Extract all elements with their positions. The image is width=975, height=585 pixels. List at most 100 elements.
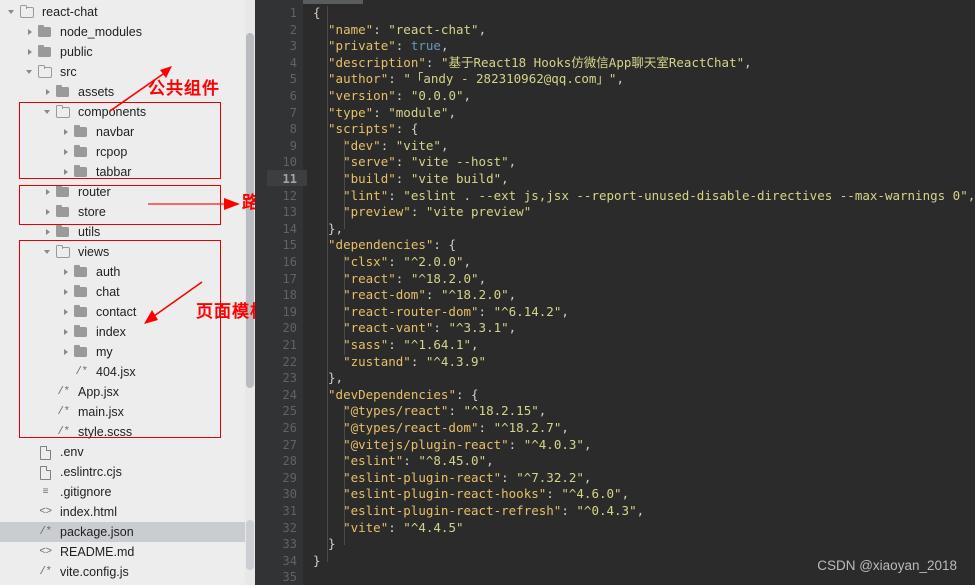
code-token: : <box>395 38 411 54</box>
chevron-right-icon[interactable] <box>62 268 71 277</box>
chevron-right-icon[interactable] <box>44 188 53 197</box>
tree-row-auth[interactable]: auth <box>0 262 245 282</box>
tree-scrollbar-thumb-secondary[interactable] <box>246 520 254 570</box>
tree-row-router[interactable]: router <box>0 182 245 202</box>
code-line[interactable]: } <box>313 553 321 570</box>
code-line[interactable]: "build": "vite build", <box>313 171 509 188</box>
tree-row-404-jsx[interactable]: /* 404.jsx <box>0 362 245 382</box>
tree-row-rcpop[interactable]: rcpop <box>0 142 245 162</box>
js-file-icon: /* <box>57 406 70 418</box>
tree-row-public[interactable]: public <box>0 42 245 62</box>
code-token: "react-chat" <box>388 21 479 37</box>
chevron-right-icon[interactable] <box>44 88 53 97</box>
code-line[interactable]: "zustand": "^4.3.9" <box>313 354 486 371</box>
code-token: , <box>486 453 494 469</box>
code-line[interactable]: "eslint-plugin-react": "^7.32.2", <box>313 470 591 487</box>
code-line[interactable]: "@types/react-dom": "^18.2.7", <box>313 420 569 437</box>
code-line[interactable]: "lint": "eslint . --ext js,jsx --report-… <box>313 188 975 205</box>
tree-row-react-chat[interactable]: react-chat <box>0 2 245 22</box>
code-line[interactable]: "react": "^18.2.0", <box>313 271 486 288</box>
code-line[interactable]: "eslint": "^8.45.0", <box>313 453 494 470</box>
line-number: 16 <box>282 255 297 269</box>
chevron-down-icon[interactable] <box>44 248 53 257</box>
tree-row-components[interactable]: components <box>0 102 245 122</box>
tree-row-index-html[interactable]: <> index.html <box>0 502 245 522</box>
code-line[interactable]: }, <box>313 221 343 238</box>
code-token: "^4.4.5" <box>403 519 464 535</box>
code-token: : <box>395 121 411 137</box>
code-token: , <box>440 38 449 54</box>
code-line[interactable]: "@types/react": "^18.2.15", <box>313 403 546 420</box>
code-line[interactable]: "vite": "^4.4.5" <box>313 519 464 537</box>
code-line[interactable]: "author": "「andy - 282310962@qq.com」", <box>313 71 624 88</box>
code-line[interactable]: "type": "module", <box>313 105 456 122</box>
chevron-down-icon[interactable] <box>26 68 35 77</box>
tree-row-views[interactable]: views <box>0 242 245 262</box>
code-token: "^0.4.3" <box>576 503 637 518</box>
line-number: 8 <box>289 122 297 137</box>
code-token: , <box>440 137 449 153</box>
tree-row-main-jsx[interactable]: /* main.jsx <box>0 402 245 422</box>
code-line[interactable]: "preview": "vite preview" <box>313 204 531 221</box>
code-token: "react-router-dom" <box>343 303 479 319</box>
tree-row-label: node_modules <box>60 25 143 39</box>
chevron-right-icon[interactable] <box>26 28 35 37</box>
code-line[interactable]: "eslint-plugin-react-hooks": "^4.6.0", <box>313 486 629 503</box>
code-line[interactable]: "react-dom": "^18.2.0", <box>313 287 516 304</box>
chevron-right-icon[interactable] <box>44 208 53 217</box>
tree-row-index[interactable]: index <box>0 322 245 342</box>
tree-row-vite-config-js[interactable]: /* vite.config.js <box>0 562 245 582</box>
code-line[interactable]: "scripts": { <box>313 121 418 138</box>
code-line[interactable]: }, <box>313 370 343 387</box>
code-editor[interactable]: 1 2 3 4 5 6 7 8 9 10 11 12 13 14 15 16 17 18 19 20 21 22 23 24 2… <box>255 0 975 585</box>
tree-row--eslintrc-cjs[interactable]: .eslintrc.cjs <box>0 462 245 482</box>
code-line[interactable]: "description": "基于React18 Hooks仿微信App聊天室… <box>313 55 752 72</box>
code-line[interactable]: "serve": "vite --host", <box>313 154 516 171</box>
code-line[interactable]: { <box>313 5 321 22</box>
code-line[interactable]: "private": true, <box>313 38 448 55</box>
no-chevron-spacer <box>26 568 35 577</box>
chevron-right-icon[interactable] <box>62 348 71 357</box>
tree-row-label: chat <box>96 285 120 299</box>
tree-row-node-modules[interactable]: node_modules <box>0 22 245 42</box>
code-line[interactable]: "devDependencies": { <box>313 387 479 404</box>
tree-row-my[interactable]: my <box>0 342 245 362</box>
tree-row--env[interactable]: .env <box>0 442 245 462</box>
code-line[interactable]: "eslint-plugin-react-refresh": "^0.4.3", <box>313 503 644 520</box>
code-token: , <box>508 154 517 170</box>
code-line[interactable]: "version": "0.0.0", <box>313 88 471 105</box>
tree-row-utils[interactable]: utils <box>0 222 245 242</box>
tree-row--gitignore[interactable]: ≡ .gitignore <box>0 482 245 502</box>
code-token: , <box>621 486 630 502</box>
tree-row-tabbar[interactable]: tabbar <box>0 162 245 182</box>
code-line[interactable]: "dependencies": { <box>313 237 456 254</box>
code-token: : <box>380 137 396 153</box>
chevron-down-icon[interactable] <box>44 108 53 117</box>
code-token: } <box>313 552 321 568</box>
chevron-right-icon[interactable] <box>62 148 71 157</box>
code-line[interactable]: } <box>313 536 336 553</box>
code-line[interactable]: "react-router-dom": "^6.14.2", <box>313 304 569 321</box>
chevron-right-icon[interactable] <box>44 228 53 237</box>
code-line[interactable]: "clsx": "^2.0.0", <box>313 254 471 271</box>
tree-row-navbar[interactable]: navbar <box>0 122 245 142</box>
tree-row-label: navbar <box>96 125 135 139</box>
code-line[interactable]: "react-vant": "^3.3.1", <box>313 320 516 337</box>
chevron-right-icon[interactable] <box>26 48 35 57</box>
chevron-right-icon[interactable] <box>62 168 71 177</box>
tree-row-style-scss[interactable]: /* style.scss <box>0 422 245 442</box>
chevron-down-icon[interactable] <box>8 8 17 17</box>
folder-icon <box>55 225 72 239</box>
code-line[interactable]: "name": "react-chat", <box>313 22 486 39</box>
chevron-right-icon[interactable] <box>62 328 71 337</box>
tree-row-readme-md[interactable]: <> README.md <box>0 542 245 562</box>
code-line[interactable]: "@vitejs/plugin-react": "^4.0.3", <box>313 437 591 454</box>
chevron-right-icon[interactable] <box>62 308 71 317</box>
code-line[interactable]: "sass": "^1.64.1", <box>313 337 478 354</box>
tree-row-app-jsx[interactable]: /* App.jsx <box>0 382 245 402</box>
tree-row-package-json[interactable]: /* package.json <box>0 522 245 542</box>
code-line[interactable]: "dev": "vite", <box>313 138 448 155</box>
chevron-right-icon[interactable] <box>62 288 71 297</box>
chevron-right-icon[interactable] <box>62 128 71 137</box>
tree-row-store[interactable]: store <box>0 202 245 222</box>
